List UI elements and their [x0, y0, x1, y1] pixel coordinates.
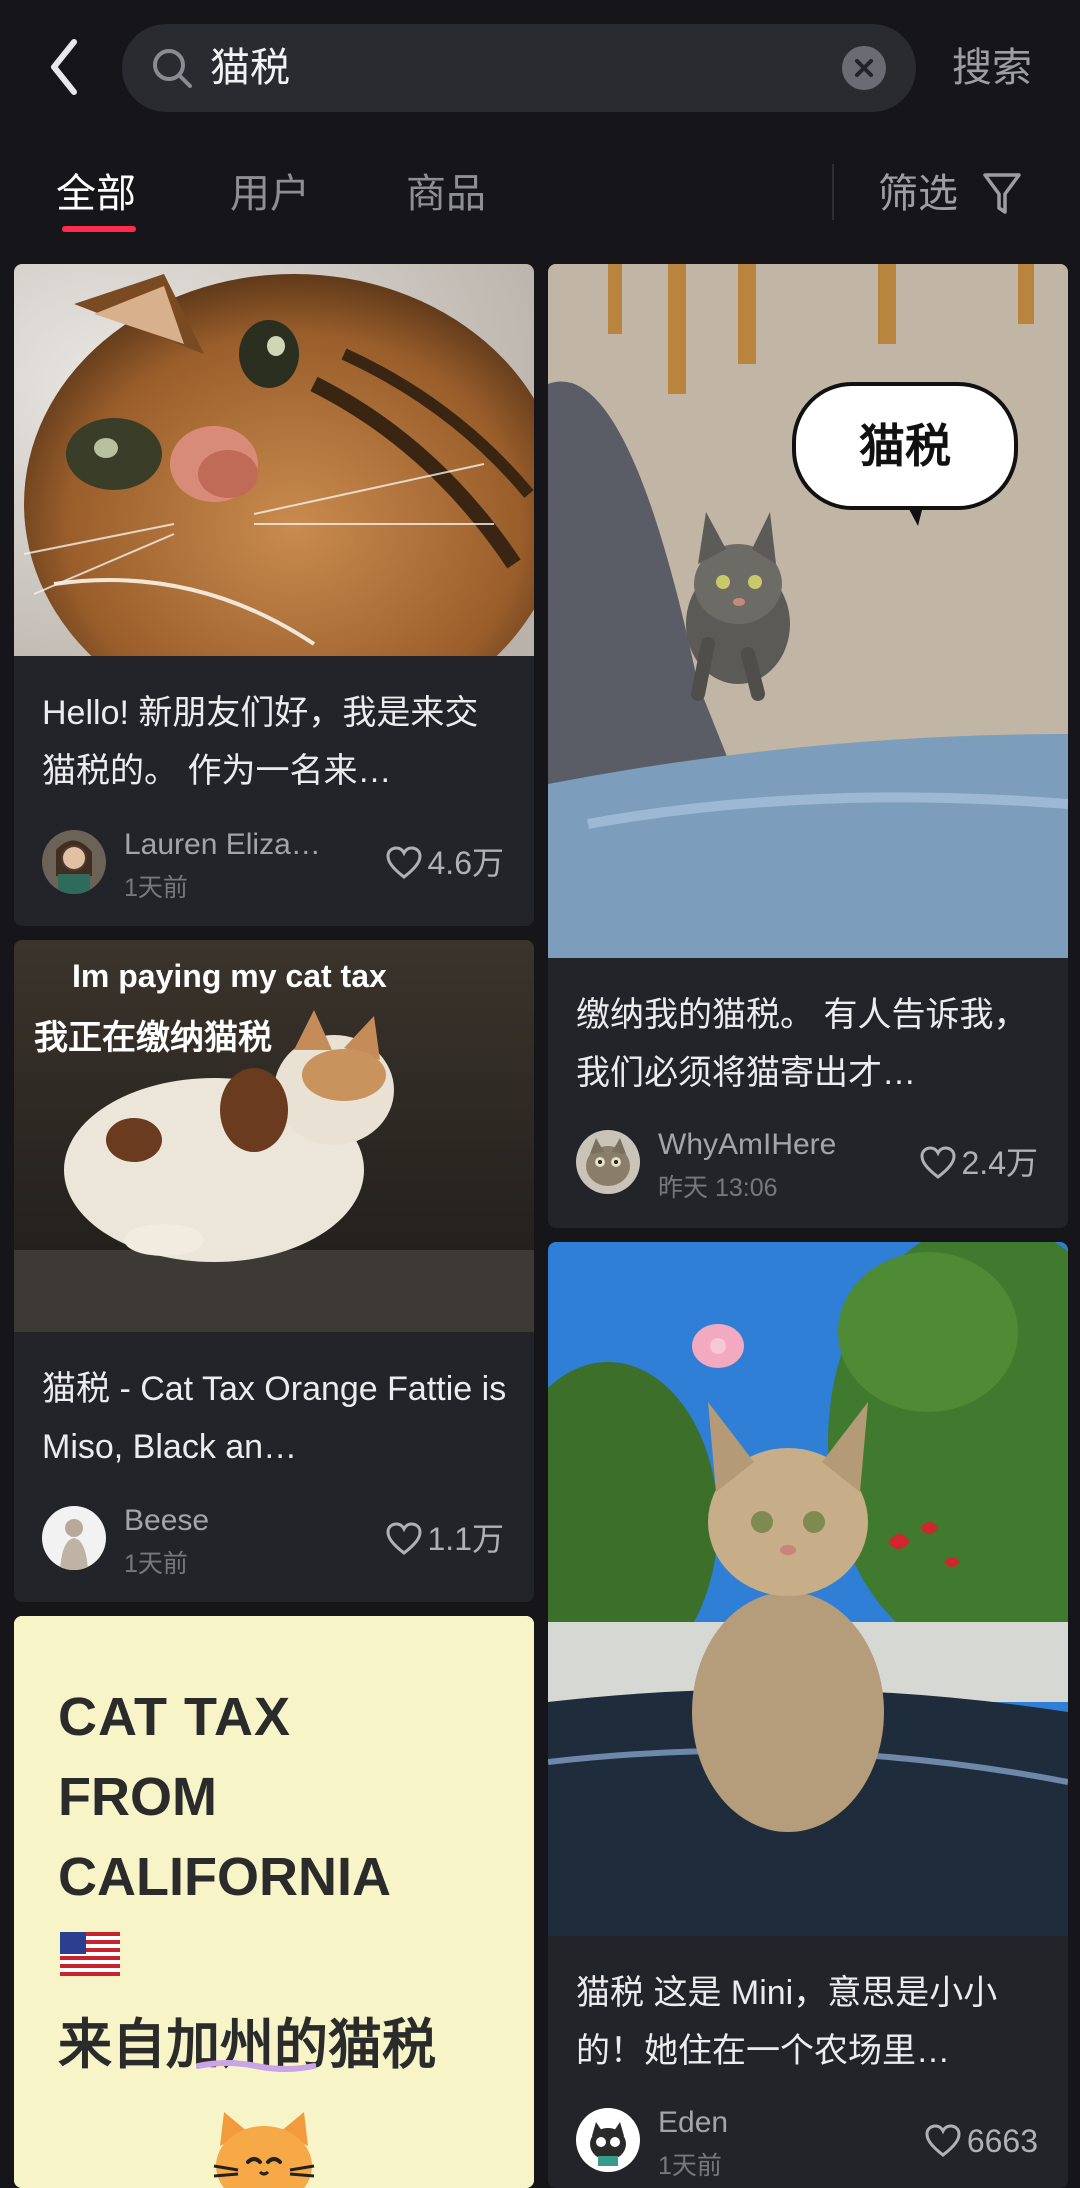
image-text-line: CALIFORNIA	[58, 1847, 391, 1907]
back-icon[interactable]	[40, 32, 92, 102]
active-tab-indicator	[62, 226, 136, 232]
post-image[interactable]: CAT TAX FROM CALIFORNIA 来自加州的猫税	[14, 1616, 534, 2188]
post-card[interactable]: Im paying my cat tax 我正在缴纳猫税 猫税 - Cat Ta…	[14, 940, 534, 1602]
heart-icon	[385, 1522, 422, 1555]
avatar[interactable]	[576, 1130, 640, 1194]
image-caption-en: Im paying my cat tax	[72, 958, 387, 994]
us-flag-icon	[60, 1932, 120, 1976]
post-image[interactable]: 猫税	[548, 264, 1068, 958]
cat-emoji-icon	[213, 2112, 315, 2188]
avatar[interactable]	[576, 2108, 640, 2172]
post-time: 1天前	[124, 1550, 188, 1578]
like-count[interactable]: 4.6万	[385, 838, 505, 888]
post-card[interactable]: Hello! 新朋友们好，我是来交猫税的。 作为一名来… Lauren Eliz…	[14, 264, 534, 926]
heart-icon	[919, 1146, 956, 1179]
filter-icon	[983, 173, 1021, 214]
image-caption-cn: 我正在缴纳猫税	[34, 1019, 272, 1057]
divider	[832, 164, 834, 220]
search-button[interactable]: 搜索	[952, 38, 1032, 98]
clear-icon[interactable]	[842, 46, 886, 90]
image-text-line: CAT TAX	[58, 1687, 291, 1747]
like-count-value: 4.6万	[427, 845, 505, 881]
underline-squiggle	[196, 2060, 316, 2072]
filter-button[interactable]: 筛选	[878, 164, 1021, 224]
post-card[interactable]: 猫税 这是 Mini，意思是小小的！她住在一个农场里… Eden 1天前 666…	[548, 1242, 1068, 2188]
heart-icon	[385, 846, 422, 879]
author-name[interactable]: Lauren Eliza…	[124, 828, 321, 862]
tab-users[interactable]: 用户	[230, 164, 310, 224]
heart-icon	[925, 2124, 961, 2157]
author-name[interactable]: WhyAmIHere	[658, 1128, 836, 1162]
like-count[interactable]: 1.1万	[385, 1514, 505, 1564]
post-image[interactable]: Im paying my cat tax 我正在缴纳猫税	[14, 940, 534, 1332]
author-name[interactable]: Eden	[658, 2106, 728, 2140]
post-title[interactable]: 缴纳我的猫税。 有人告诉我，我们必须将猫寄出才…	[576, 986, 1044, 1102]
search-query[interactable]: 猫税	[210, 24, 290, 112]
top-bar: 猫税 搜索	[0, 0, 1080, 140]
like-count-value: 1.1万	[427, 1521, 505, 1557]
like-count[interactable]: 6663	[925, 2116, 1038, 2166]
post-title[interactable]: 猫税 这是 Mini，意思是小小的！她住在一个农场里…	[576, 1964, 1044, 2080]
post-time: 1天前	[658, 2152, 722, 2180]
like-count-value: 2.4万	[961, 1145, 1039, 1181]
post-title[interactable]: 猫税 - Cat Tax Orange Fattie is Miso, Blac…	[42, 1360, 510, 1476]
post-card[interactable]: CAT TAX FROM CALIFORNIA 来自加州的猫税	[14, 1616, 534, 2188]
author-name[interactable]: Beese	[124, 1504, 209, 1538]
post-card[interactable]: 猫税 缴纳我的猫税。 有人告诉我，我们必须将猫寄出才… WhyAmIHere 昨…	[548, 264, 1068, 1228]
post-title[interactable]: Hello! 新朋友们好，我是来交猫税的。 作为一名来…	[42, 684, 510, 800]
search-input[interactable]: 猫税	[122, 24, 916, 112]
image-text-line: FROM	[58, 1767, 217, 1827]
avatar[interactable]	[42, 830, 106, 894]
avatar[interactable]	[42, 1506, 106, 1570]
tab-all[interactable]: 全部	[56, 164, 136, 224]
post-time: 1天前	[124, 874, 188, 902]
speech-bubble: 猫税	[792, 382, 1018, 510]
post-time: 昨天 13:06	[658, 1174, 778, 1202]
post-image[interactable]	[14, 264, 534, 656]
post-image[interactable]	[548, 1242, 1068, 1936]
filter-label: 筛选	[878, 172, 958, 216]
tab-products[interactable]: 商品	[406, 164, 486, 224]
search-icon	[153, 49, 192, 88]
like-count[interactable]: 2.4万	[919, 1138, 1039, 1188]
like-count-value: 6663	[966, 2123, 1038, 2159]
